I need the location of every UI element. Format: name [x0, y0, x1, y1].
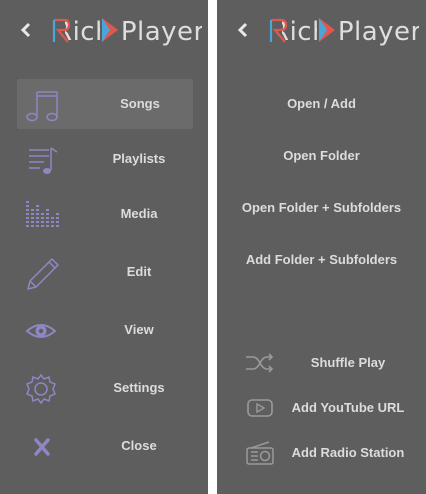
chevron-left-icon — [20, 22, 31, 38]
menu-item-settings[interactable]: Settings — [0, 363, 208, 413]
open-add-button[interactable]: Open / Add — [217, 90, 426, 118]
back-button[interactable] — [231, 16, 255, 44]
shuffle-icon — [246, 353, 274, 373]
main-menu-panel: Rich Player Songs Playlists Media Edit V… — [0, 0, 208, 494]
menu-item-label: Media — [120, 206, 158, 221]
menu-item-playlists[interactable]: Playlists — [0, 134, 208, 184]
menu-item-view[interactable]: View — [0, 305, 208, 355]
youtube-icon — [247, 399, 273, 417]
add-folder-subfolders-button[interactable]: Add Folder + Subfolders — [217, 246, 426, 274]
menu-item-label: Close — [121, 438, 157, 453]
menu-item-media[interactable]: Media — [0, 189, 208, 239]
playlist-icon — [29, 147, 58, 174]
menu-header: Rich Player — [0, 14, 208, 48]
radio-icon — [246, 441, 274, 465]
open-folder-subfolders-button[interactable]: Open Folder + Subfolders — [217, 194, 426, 222]
menu-item-label: Settings — [113, 380, 165, 395]
add-radio-station-button[interactable]: Add Radio Station — [217, 436, 426, 470]
app-logo: Rich Player — [269, 14, 419, 48]
add-radio-station-label: Add Radio Station — [291, 445, 405, 460]
menu-item-close[interactable]: Close — [0, 421, 208, 471]
menu-item-label: Edit — [126, 264, 152, 279]
shuffle-play-label: Shuffle Play — [310, 355, 386, 370]
menu-item-label: View — [124, 322, 154, 337]
back-button[interactable] — [14, 16, 38, 44]
music-notes-icon — [26, 91, 58, 122]
menu-item-label: Playlists — [112, 151, 166, 166]
open-submenu-panel: Rich Player Open / Add Open Folder Open … — [217, 0, 426, 494]
chevron-left-icon — [237, 22, 248, 38]
menu-item-label: Songs — [120, 96, 160, 111]
app-logo: Rich Player — [52, 14, 202, 48]
gear-icon — [26, 373, 56, 405]
eye-icon — [25, 324, 57, 338]
pencil-icon — [27, 258, 59, 290]
menu-item-edit[interactable]: Edit — [0, 247, 208, 297]
equalizer-icon — [26, 201, 59, 227]
add-youtube-url-button[interactable]: Add YouTube URL — [217, 391, 426, 425]
close-x-icon — [34, 438, 50, 456]
logo-text: Rich Player — [54, 17, 202, 47]
submenu-header: Rich Player — [217, 14, 426, 48]
open-folder-button[interactable]: Open Folder — [217, 142, 426, 170]
shuffle-play-button[interactable]: Shuffle Play — [217, 346, 426, 380]
add-youtube-url-label: Add YouTube URL — [291, 400, 405, 415]
menu-item-songs[interactable]: Songs — [17, 79, 193, 129]
logo-text: Rich Player — [271, 17, 419, 47]
